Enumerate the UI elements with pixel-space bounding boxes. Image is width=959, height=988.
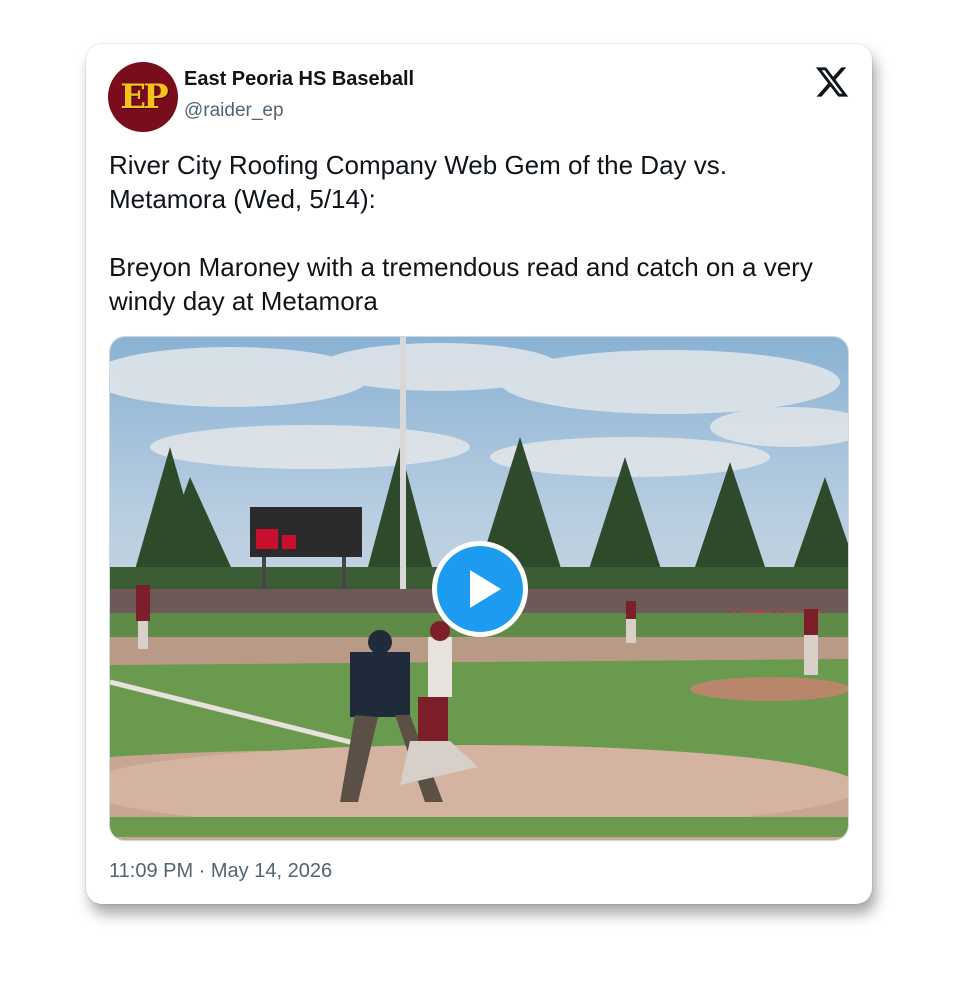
video-player[interactable]: METAMORA xyxy=(109,336,849,841)
author-handle[interactable]: @raider_ep xyxy=(184,100,284,122)
author-display-name[interactable]: East Peoria HS Baseball xyxy=(184,68,414,91)
tweet-paragraph: Breyon Maroney with a tremendous read an… xyxy=(109,252,813,316)
avatar-logo: EP xyxy=(120,77,168,117)
tweet-text: River City Roofing Company Web Gem of th… xyxy=(109,148,849,318)
x-logo-icon[interactable] xyxy=(814,64,850,100)
tweet-card: EP East Peoria HS Baseball @raider_ep Ri… xyxy=(86,44,872,904)
play-button[interactable] xyxy=(432,541,528,637)
play-triangle xyxy=(470,570,501,608)
play-icon xyxy=(437,546,523,632)
tweet-paragraph: River City Roofing Company Web Gem of th… xyxy=(109,150,727,214)
author-avatar[interactable]: EP xyxy=(108,62,178,132)
tweet-timestamp[interactable]: 11:09 PM · May 14, 2026 xyxy=(109,860,332,883)
